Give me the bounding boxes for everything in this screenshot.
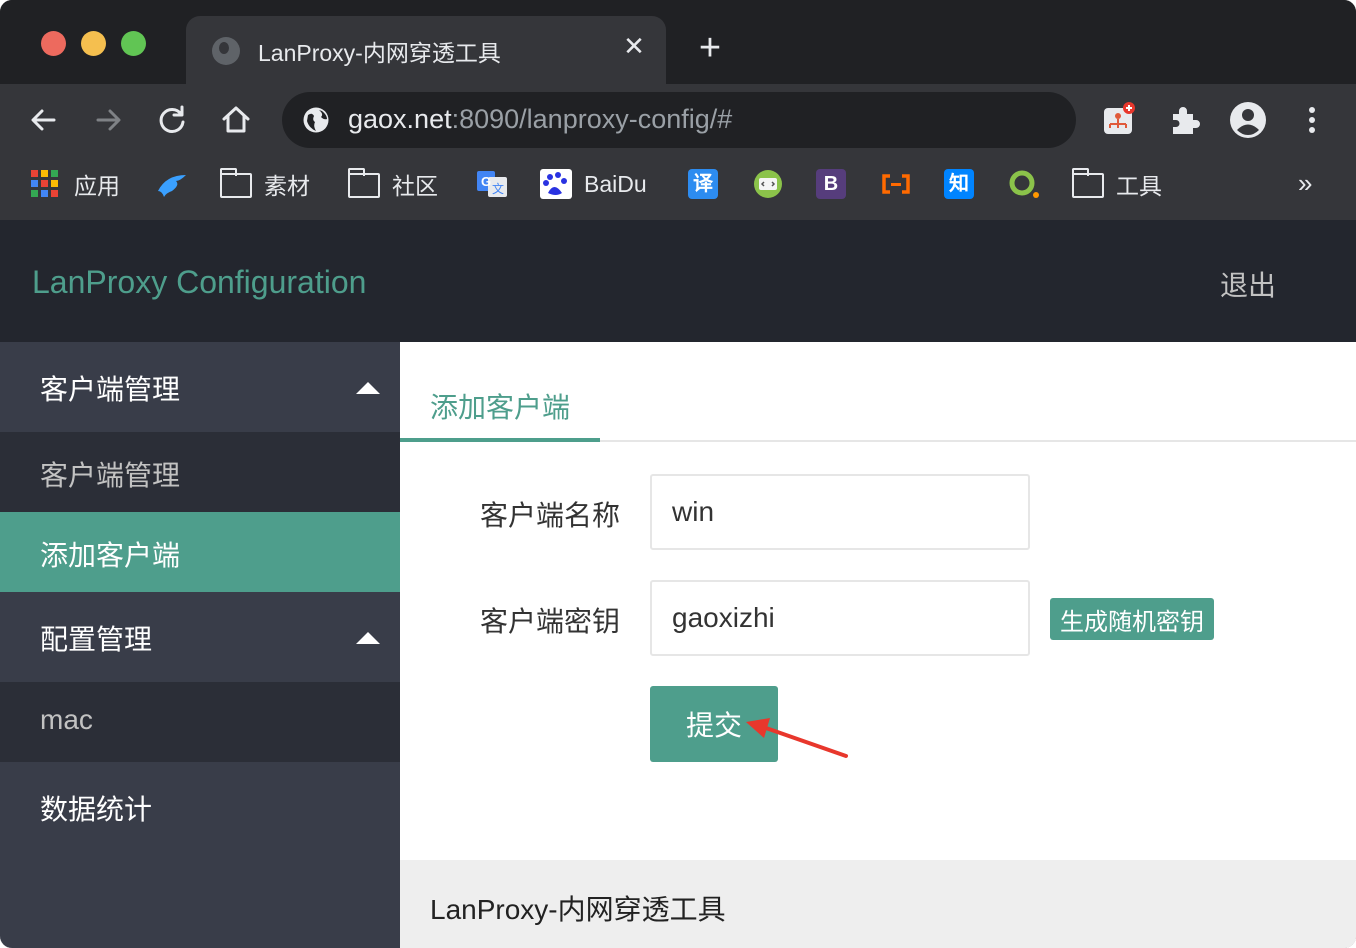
bookmark-apps[interactable]: 应用	[30, 168, 120, 200]
sidebar: 客户端管理 客户端管理 添加客户端 配置管理 mac 数据统计	[0, 342, 400, 948]
baidu-icon	[540, 169, 572, 199]
svg-text:文: 文	[492, 181, 504, 196]
bookmark-bird[interactable]	[156, 168, 200, 200]
sidebar-item-mac[interactable]: mac	[0, 682, 400, 762]
url-text: gaox.net:8090/lanproxy-config/#	[348, 104, 733, 134]
bootstrap-icon: B	[816, 169, 846, 199]
bird-icon	[156, 169, 188, 199]
folder-icon	[1071, 168, 1104, 198]
menu-kebab-icon[interactable]	[1292, 100, 1332, 140]
browser-toolbar: gaox.net:8090/lanproxy-config/#	[0, 84, 1356, 156]
sidebar-item-label: mac	[40, 704, 93, 735]
aliyun-icon	[880, 169, 912, 199]
tab-close-icon[interactable]: ✕	[620, 32, 648, 60]
caret-up-icon	[356, 382, 380, 394]
bookmark-gongju[interactable]: 工具	[1071, 168, 1162, 200]
nav-group-statistics[interactable]: 数据统计	[0, 762, 400, 852]
app-header: LanProxy Configuration 退出	[0, 220, 1356, 342]
apps-grid-icon	[30, 169, 62, 199]
tab-title: LanProxy-内网穿透工具	[258, 40, 501, 66]
nav-group-client-management[interactable]: 客户端管理	[0, 342, 400, 432]
folder-icon	[219, 168, 252, 198]
bookmark-zhihu[interactable]: 知	[944, 168, 986, 200]
nav-group-label: 数据统计	[40, 794, 153, 825]
client-name-input[interactable]	[650, 474, 1030, 550]
circle-logo-icon	[1008, 169, 1040, 199]
extension-sitemap-icon[interactable]	[1098, 100, 1138, 140]
maximize-window-button[interactable]	[121, 31, 146, 56]
bookmark-translate[interactable]: 译	[688, 168, 730, 200]
sidebar-item-add-client[interactable]: 添加客户端	[0, 512, 400, 592]
bookmark-baidu[interactable]: BaiDu	[540, 168, 647, 200]
close-window-button[interactable]	[41, 31, 66, 56]
annotation-arrow-icon	[746, 718, 848, 758]
nav-group-label: 客户端管理	[40, 374, 181, 405]
tab-label: 添加客户端	[430, 392, 571, 423]
svg-text:G: G	[481, 174, 491, 189]
client-name-label: 客户端名称	[480, 500, 621, 531]
browser-tab[interactable]: LanProxy-内网穿透工具 ✕	[186, 16, 666, 84]
caret-up-icon	[356, 632, 380, 644]
home-icon[interactable]	[216, 100, 256, 140]
bookmark-code[interactable]	[752, 168, 796, 200]
zhihu-icon: 知	[944, 169, 974, 199]
browser-window: LanProxy-内网穿透工具 ✕ + gaox.net:8090/lanpro…	[0, 0, 1356, 948]
app-logo[interactable]: LanProxy Configuration	[32, 264, 366, 301]
footer-text: LanProxy-内网穿透工具	[430, 894, 726, 925]
code-icon	[752, 169, 784, 199]
logout-link[interactable]: 退出	[1220, 264, 1276, 304]
bookmark-circle[interactable]	[1008, 168, 1052, 200]
client-key-input[interactable]	[650, 580, 1030, 656]
bookmarks-bar: 应用 素材 社区 G文 BaiDu 译 B 知 工具 »	[0, 156, 1356, 220]
reload-icon[interactable]	[152, 100, 192, 140]
google-translate-icon: G文	[476, 169, 508, 199]
nav-group-config-management[interactable]: 配置管理	[0, 592, 400, 682]
bookmark-sucai[interactable]: 素材	[219, 168, 310, 200]
client-key-label: 客户端密钥	[480, 606, 621, 637]
profile-avatar-icon[interactable]	[1228, 100, 1268, 140]
nav-group-label: 配置管理	[40, 624, 153, 655]
tab-globe-icon	[212, 37, 240, 65]
sidebar-item-client-management[interactable]: 客户端管理	[0, 432, 400, 512]
footer: LanProxy-内网穿透工具	[400, 860, 1356, 948]
extensions-puzzle-icon[interactable]	[1164, 100, 1204, 140]
sidebar-item-label: 客户端管理	[40, 460, 181, 491]
tab-add-client[interactable]: 添加客户端	[400, 342, 600, 442]
site-info-icon[interactable]	[302, 106, 330, 134]
forward-icon[interactable]	[88, 100, 128, 140]
bookmark-google-translate[interactable]: G文	[476, 168, 520, 200]
address-bar[interactable]: gaox.net:8090/lanproxy-config/#	[282, 92, 1076, 148]
tab-bar: 添加客户端	[400, 342, 1356, 442]
lanproxy-app: LanProxy Configuration 退出 客户端管理 客户端管理 添加…	[0, 220, 1356, 948]
sidebar-item-label: 添加客户端	[40, 540, 181, 571]
minimize-window-button[interactable]	[81, 31, 106, 56]
translate-icon: 译	[688, 169, 718, 199]
tab-strip: LanProxy-内网穿透工具 ✕ +	[0, 0, 1356, 84]
main-content: 添加客户端 客户端名称 客户端密钥 生成随机密钥 提交	[400, 342, 1356, 862]
back-icon[interactable]	[24, 100, 64, 140]
bookmark-bootstrap[interactable]: B	[816, 168, 858, 200]
bookmark-aliyun[interactable]	[880, 168, 924, 200]
bookmarks-overflow-icon[interactable]: »	[1298, 168, 1312, 199]
bookmark-shequ[interactable]: 社区	[347, 168, 438, 200]
folder-icon	[347, 168, 380, 198]
new-tab-button[interactable]: +	[692, 29, 728, 67]
generate-key-button[interactable]: 生成随机密钥	[1050, 598, 1214, 640]
